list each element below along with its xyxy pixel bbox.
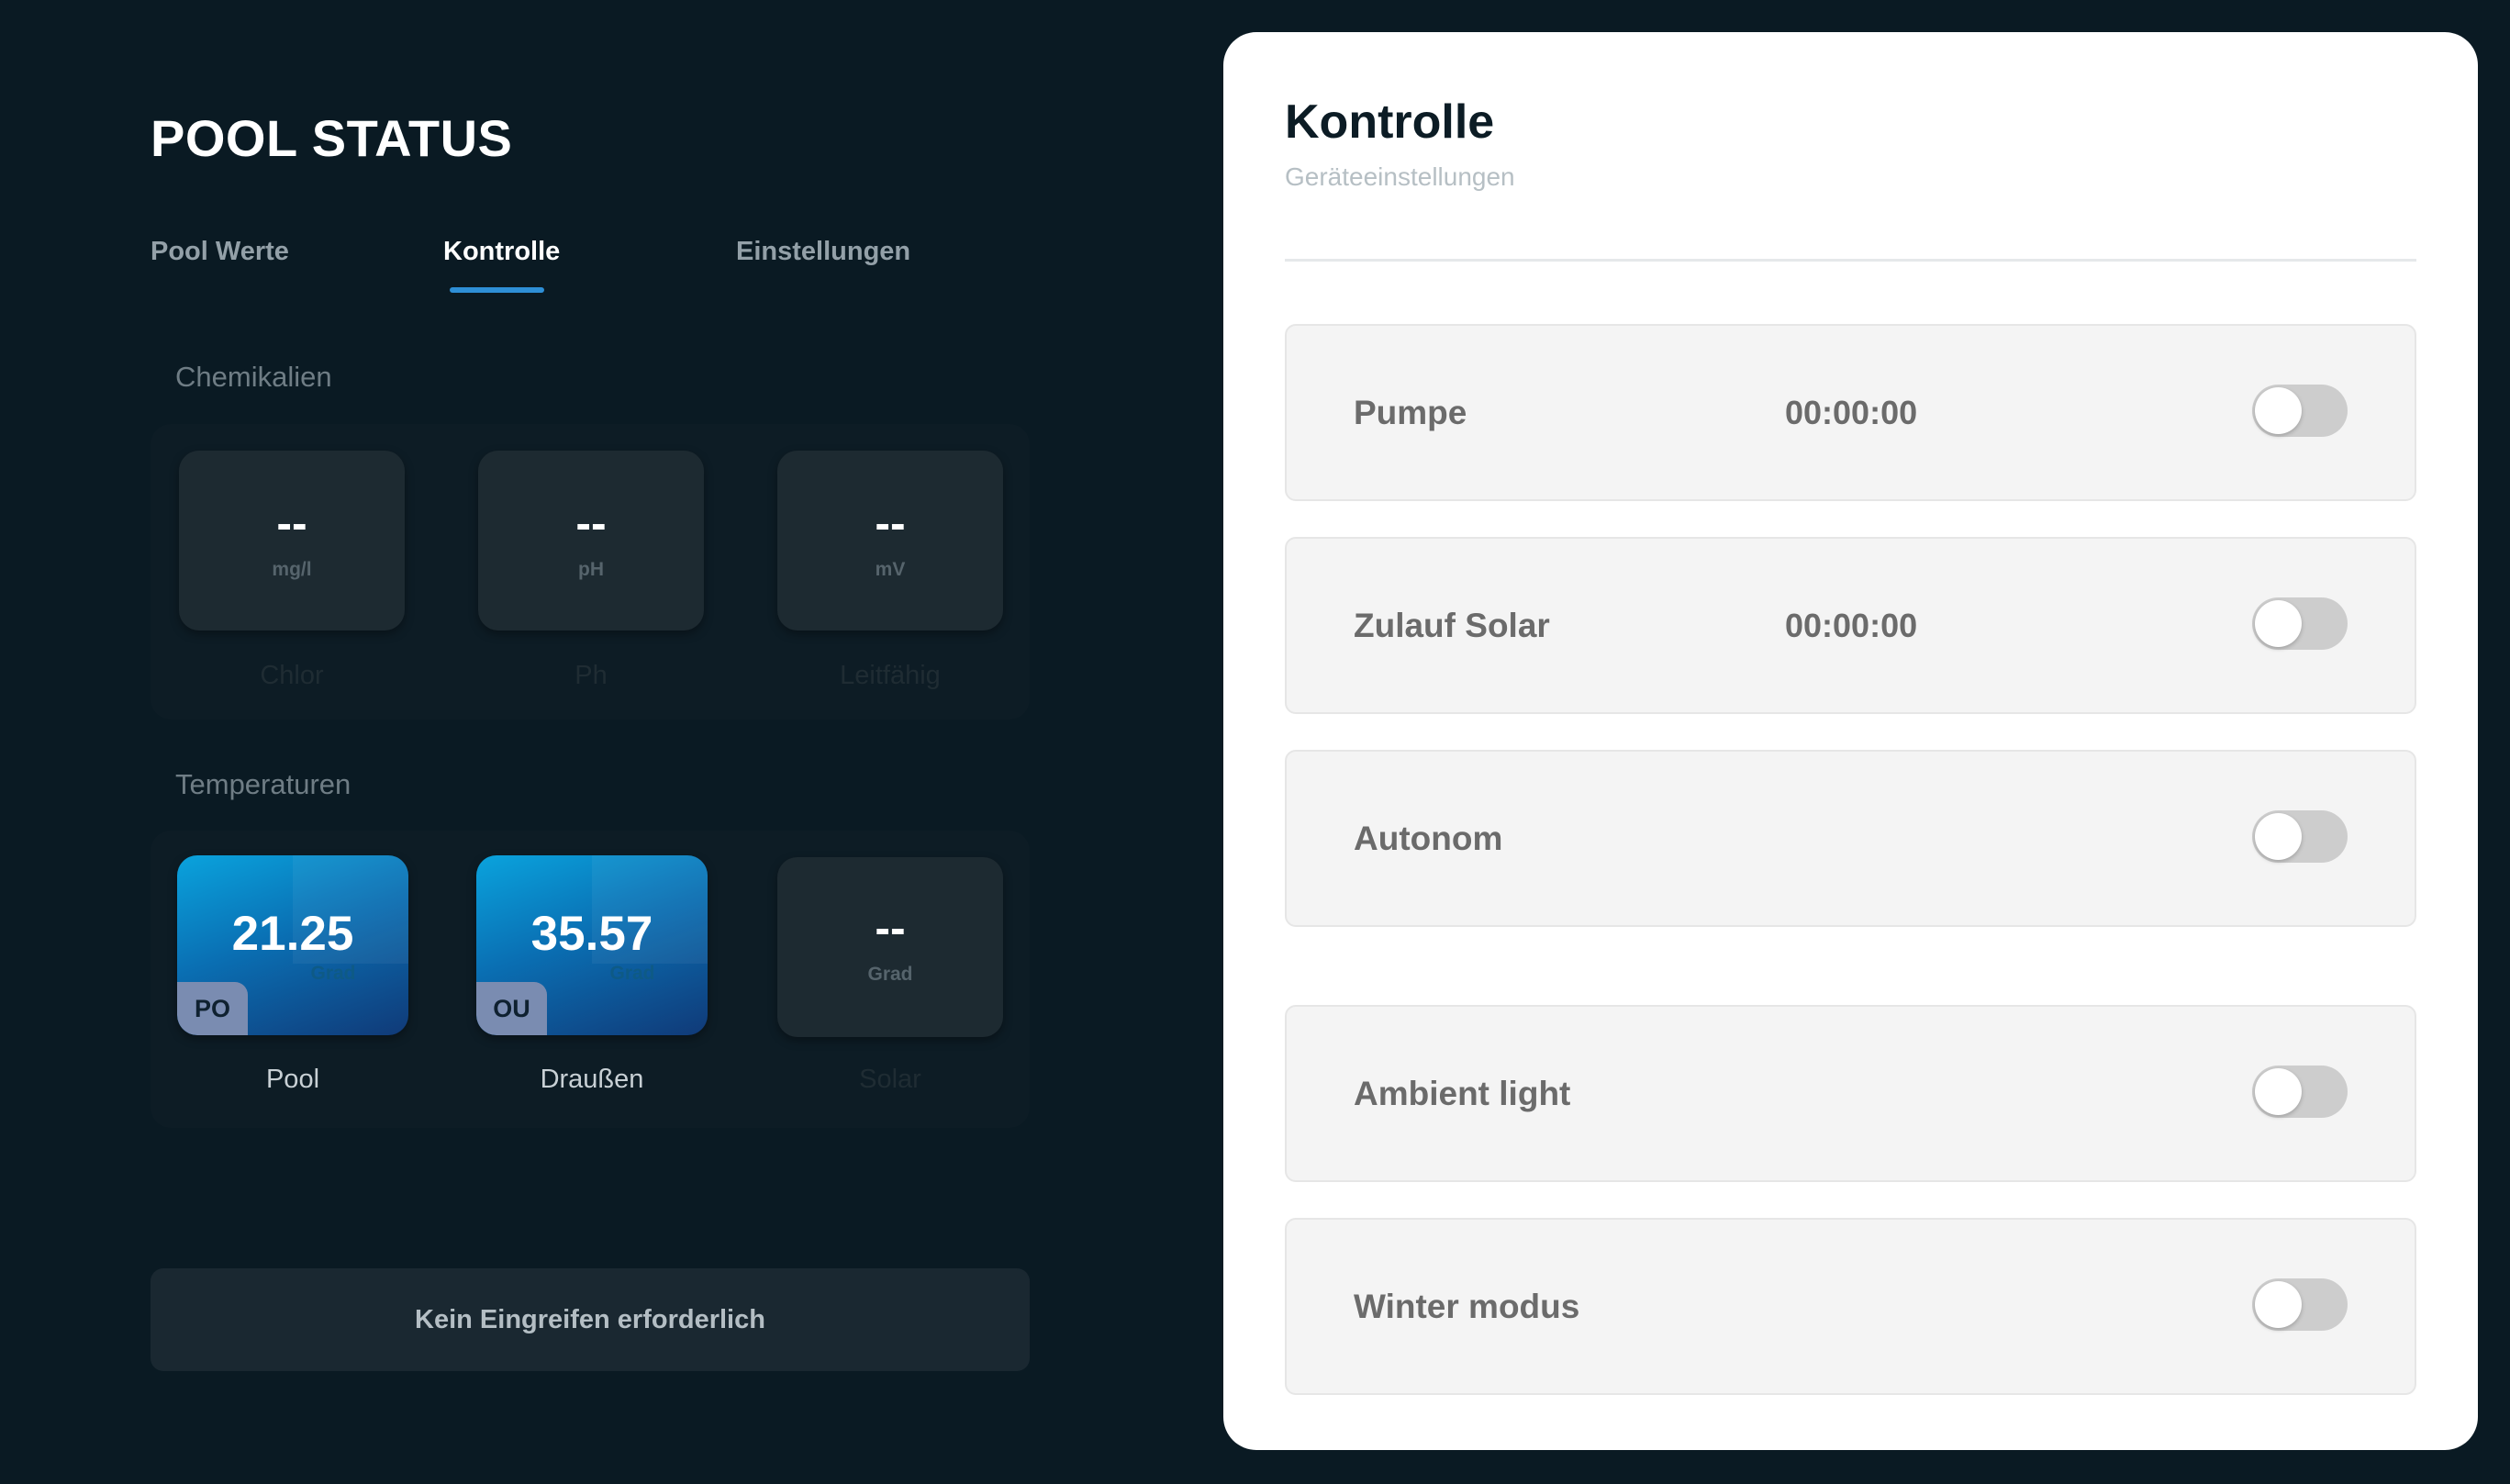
chemicals-section-label: Chemikalien — [175, 361, 332, 393]
temperatures-group: 21.25 Grad PO 35.57 Grad OU -- Grad Pool… — [151, 831, 1030, 1128]
ph-tile[interactable]: -- pH — [478, 451, 704, 630]
tab-kontrolle[interactable]: Kontrolle — [443, 237, 560, 267]
toggle-knob — [2255, 1068, 2302, 1115]
control-row-zulauf-solar: Zulauf Solar 00:00:00 — [1285, 537, 2416, 714]
outside-caption: Draußen — [540, 1065, 644, 1094]
solar-caption: Solar — [859, 1065, 921, 1094]
control-panel-title: Kontrolle — [1285, 95, 1495, 149]
leitfaehig-tile[interactable]: -- mV — [777, 451, 1003, 630]
solar-temp-unit: Grad — [867, 964, 913, 985]
chlor-caption: Chlor — [260, 661, 324, 690]
outside-temp-tile[interactable]: 35.57 Grad OU — [476, 855, 708, 1035]
autonom-toggle[interactable] — [2252, 810, 2348, 863]
tab-bar: Pool Werte Kontrolle Einstellungen — [151, 237, 1030, 301]
ph-caption: Ph — [575, 661, 608, 690]
leitfaehig-caption: Leitfähig — [840, 661, 941, 690]
active-tab-indicator — [450, 287, 544, 293]
solar-temp-tile[interactable]: -- Grad — [777, 857, 1003, 1037]
chlor-value: -- — [276, 497, 307, 549]
pool-status-panel: POOL STATUS Pool Werte Kontrolle Einstel… — [151, 0, 1030, 1484]
ambient-light-toggle[interactable] — [2252, 1066, 2348, 1118]
leitfaehig-value: -- — [875, 497, 906, 549]
control-row-autonom: Autonom — [1285, 750, 2416, 927]
control-row-ambient-light: Ambient light — [1285, 1005, 2416, 1182]
page-title: POOL STATUS — [151, 109, 513, 167]
temperatures-section-label: Temperaturen — [175, 768, 351, 800]
zulauf-solar-toggle[interactable] — [2252, 597, 2348, 650]
toggle-knob — [2255, 813, 2302, 860]
chlor-tile[interactable]: -- mg/l — [179, 451, 405, 630]
control-panel: Kontrolle Geräteeinstellungen Pumpe 00:0… — [1223, 32, 2478, 1450]
control-panel-subtitle: Geräteeinstellungen — [1285, 162, 1515, 191]
toggle-knob — [2255, 600, 2302, 647]
tab-einstellungen[interactable]: Einstellungen — [736, 237, 910, 267]
control-row-winter-modus: Winter modus — [1285, 1218, 2416, 1395]
toggle-knob — [2255, 387, 2302, 434]
outside-badge: OU — [476, 982, 547, 1035]
leitfaehig-unit: mV — [875, 559, 906, 580]
outside-temp-unit: Grad — [609, 963, 655, 984]
solar-temp-value: -- — [875, 902, 906, 954]
pool-caption: Pool — [265, 1065, 320, 1094]
row-label: Autonom — [1354, 820, 1503, 857]
row-label: Ambient light — [1354, 1075, 1571, 1112]
pool-temp-value: 21.25 — [231, 907, 354, 961]
pool-temp-tile[interactable]: 21.25 Grad PO — [177, 855, 408, 1035]
row-label: Pumpe — [1354, 394, 1467, 431]
tab-pool-werte[interactable]: Pool Werte — [151, 237, 289, 267]
chemicals-group: -- mg/l -- pH -- mV Chlor Ph Leitfähig — [151, 424, 1030, 720]
divider — [1285, 259, 2416, 262]
row-label: Zulauf Solar — [1354, 607, 1550, 644]
pumpe-toggle[interactable] — [2252, 385, 2348, 437]
row-timer: 00:00:00 — [1785, 607, 1918, 644]
pool-temp-unit: Grad — [310, 963, 356, 984]
ph-value: -- — [575, 497, 607, 549]
chlor-unit: mg/l — [272, 559, 312, 580]
row-timer: 00:00:00 — [1785, 394, 1918, 431]
status-message-bar: Kein Eingreifen erforderlich — [151, 1268, 1030, 1371]
row-label: Winter modus — [1354, 1288, 1580, 1325]
winter-modus-toggle[interactable] — [2252, 1278, 2348, 1331]
toggle-knob — [2255, 1281, 2302, 1328]
ph-unit: pH — [578, 559, 604, 580]
pool-badge: PO — [177, 982, 248, 1035]
control-row-pumpe: Pumpe 00:00:00 — [1285, 324, 2416, 501]
outside-temp-value: 35.57 — [530, 907, 653, 961]
